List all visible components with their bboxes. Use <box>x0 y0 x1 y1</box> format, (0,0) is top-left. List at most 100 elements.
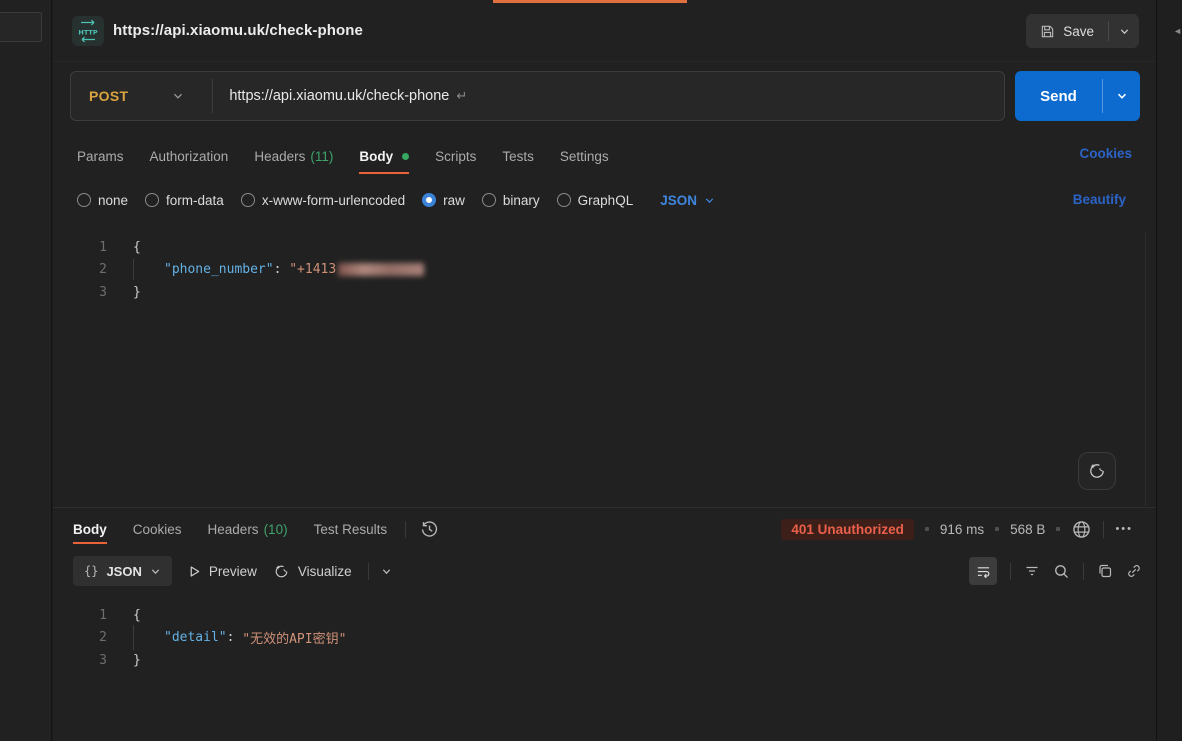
chevron-down-icon <box>1116 90 1128 102</box>
radio-icon <box>145 193 159 207</box>
response-meta: 401 Unauthorized 916 ms 568 B ••• <box>781 514 1133 544</box>
icons-divider <box>1083 563 1084 580</box>
tabs-divider <box>405 521 406 538</box>
code-line: 2 "detail": "无效的API密钥" <box>53 627 1146 650</box>
copy-icon[interactable] <box>1097 563 1113 579</box>
redacted-phone-value <box>338 263 424 276</box>
tab-scripts[interactable]: Scripts <box>435 138 476 174</box>
response-toolbar-actions <box>969 555 1142 587</box>
response-separator <box>53 507 1156 508</box>
icons-divider <box>1010 563 1011 580</box>
left-sidebar-rail <box>0 0 52 741</box>
sidebar-collapsed-item[interactable] <box>0 12 42 42</box>
response-size[interactable]: 568 B <box>1010 522 1045 537</box>
headers-count: (11) <box>310 149 333 164</box>
collapse-arrow-icon[interactable]: ◄ <box>1173 26 1182 36</box>
body-type-options: none form-data x-www-form-urlencoded raw… <box>53 186 1156 214</box>
tab-headers[interactable]: Headers(11) <box>254 138 333 174</box>
indent-guide <box>133 625 134 650</box>
chevron-down-icon <box>1119 26 1130 37</box>
radio-binary[interactable]: binary <box>482 193 540 208</box>
save-icon <box>1040 24 1055 39</box>
format-dropdown-button[interactable] <box>381 566 392 577</box>
network-globe-icon[interactable] <box>1071 519 1092 540</box>
http-method-icon: HTTP <box>72 16 104 46</box>
radio-form-data[interactable]: form-data <box>145 193 224 208</box>
tab-params[interactable]: Params <box>77 138 124 174</box>
postbot-ai-button[interactable] <box>1078 452 1116 490</box>
code-line: 3 } <box>53 281 1145 304</box>
request-url-bar: POST https://api.xiaomu.uk/check-phone ↵ <box>70 71 1005 121</box>
main-panel: HTTP https://api.xiaomu.uk/check-phone S… <box>53 0 1156 741</box>
response-headers-count: (10) <box>264 522 288 537</box>
radio-none[interactable]: none <box>77 193 128 208</box>
tab-body[interactable]: Body <box>359 138 409 174</box>
url-input[interactable]: https://api.xiaomu.uk/check-phone <box>229 88 449 104</box>
response-time[interactable]: 916 ms <box>940 522 984 537</box>
filter-icon[interactable] <box>1024 563 1040 579</box>
send-button[interactable]: Send <box>1015 71 1102 121</box>
radio-icon <box>77 193 91 207</box>
response-tab-headers[interactable]: Headers(10) <box>208 514 288 544</box>
word-wrap-button[interactable] <box>969 557 997 585</box>
code-line: 1 { <box>53 236 1145 259</box>
meta-divider <box>1103 521 1104 538</box>
response-history-icon[interactable] <box>420 520 439 539</box>
send-button-group: Send <box>1015 71 1140 121</box>
response-body-editor[interactable]: 1 { 2 "detail": "无效的API密钥" 3 } <box>53 596 1146 741</box>
more-options-button[interactable]: ••• <box>1115 523 1133 535</box>
response-tab-cookies[interactable]: Cookies <box>133 514 182 544</box>
meta-dot <box>995 527 999 531</box>
url-divider <box>212 79 213 113</box>
response-tab-test-results[interactable]: Test Results <box>314 514 388 544</box>
chevron-down-icon <box>150 566 161 577</box>
save-button-label: Save <box>1063 24 1094 39</box>
radio-raw[interactable]: raw <box>422 193 465 208</box>
language-selector[interactable]: JSON <box>660 193 715 208</box>
radio-graphql[interactable]: GraphQL <box>557 193 634 208</box>
svg-text:HTTP: HTTP <box>78 29 97 37</box>
postbot-sparkle-icon <box>1087 461 1107 481</box>
radio-icon <box>557 193 571 207</box>
braces-icon: {} <box>84 564 98 578</box>
send-dropdown-button[interactable] <box>1103 71 1140 121</box>
response-format-selector[interactable]: {} JSON <box>73 556 172 586</box>
radio-selected-icon <box>422 193 436 207</box>
method-dropdown-button[interactable] <box>172 90 184 102</box>
link-icon[interactable] <box>1126 563 1142 579</box>
enter-hint-icon: ↵ <box>456 88 467 104</box>
tab-tests[interactable]: Tests <box>502 138 534 174</box>
chevron-down-icon <box>172 90 184 102</box>
chevron-down-icon <box>381 566 392 577</box>
beautify-link[interactable]: Beautify <box>1073 192 1126 207</box>
method-selector[interactable]: POST <box>71 88 128 104</box>
request-body-editor[interactable]: 1 { 2 "phone_number": "+1413 3 } <box>53 232 1146 506</box>
meta-dot <box>1056 527 1060 531</box>
request-header: HTTP https://api.xiaomu.uk/check-phone S… <box>53 0 1156 62</box>
visualize-button[interactable]: Visualize <box>273 563 352 580</box>
word-wrap-icon <box>976 564 991 579</box>
cookies-link[interactable]: Cookies <box>1079 146 1132 161</box>
save-button[interactable]: Save <box>1026 14 1108 48</box>
code-line: 3 } <box>53 649 1146 672</box>
save-dropdown-button[interactable] <box>1109 14 1139 48</box>
search-icon[interactable] <box>1053 563 1070 580</box>
indent-guide <box>133 259 134 280</box>
right-sidebar-rail: ◄ <box>1156 0 1182 741</box>
request-title: https://api.xiaomu.uk/check-phone <box>113 22 363 39</box>
code-line: 2 "phone_number": "+1413 <box>53 259 1145 282</box>
radio-x-www-form-urlencoded[interactable]: x-www-form-urlencoded <box>241 193 405 208</box>
visualize-sparkle-icon <box>273 563 290 580</box>
tab-settings[interactable]: Settings <box>560 138 609 174</box>
request-tabs: Params Authorization Headers(11) Body Sc… <box>53 138 1156 174</box>
preview-button[interactable]: Preview <box>188 564 257 579</box>
tab-authorization[interactable]: Authorization <box>150 138 229 174</box>
radio-icon <box>241 193 255 207</box>
status-badge[interactable]: 401 Unauthorized <box>781 519 914 540</box>
chevron-down-icon <box>704 195 715 206</box>
play-icon <box>188 565 201 578</box>
save-button-group: Save <box>1026 14 1139 48</box>
meta-dot <box>925 527 929 531</box>
response-tab-body[interactable]: Body <box>73 514 107 544</box>
code-line: 1 { <box>53 604 1146 627</box>
